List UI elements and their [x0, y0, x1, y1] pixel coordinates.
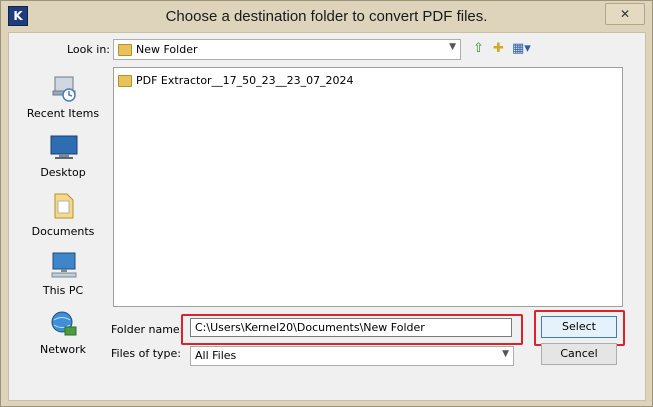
place-label: Desktop — [40, 166, 86, 179]
select-button[interactable]: Select — [541, 316, 617, 338]
file-list[interactable]: PDF Extractor__17_50_23__23_07_2024 — [113, 67, 623, 307]
place-documents[interactable]: Documents — [19, 189, 107, 245]
place-this-pc[interactable]: This PC — [19, 248, 107, 304]
folder-icon — [118, 75, 132, 87]
place-recent-items[interactable]: Recent Items — [19, 71, 107, 127]
files-of-type-label: Files of type: — [111, 347, 182, 360]
place-label: This PC — [42, 284, 84, 297]
look-in-label: Look in: — [67, 43, 110, 56]
cancel-button[interactable]: Cancel — [541, 343, 617, 365]
files-of-type-value: All Files — [195, 349, 237, 362]
chevron-down-icon: ▼ — [502, 349, 509, 359]
recent-items-icon — [52, 76, 76, 102]
place-label: Network — [40, 343, 86, 356]
file-name: PDF Extractor__17_50_23__23_07_2024 — [136, 74, 354, 87]
dialog-body: Look in: New Folder ▼ ⇧ ✚ ▦▾ Recent Item… — [8, 32, 646, 401]
network-icon — [51, 311, 77, 336]
files-of-type-combo[interactable]: All Files ▼ — [190, 346, 514, 366]
chevron-down-icon: ▼ — [449, 42, 456, 52]
documents-icon — [54, 193, 74, 219]
new-folder-icon[interactable]: ✚ — [493, 40, 504, 58]
place-label: Recent Items — [26, 107, 100, 120]
close-button[interactable]: ✕ — [605, 3, 645, 25]
look-in-value: New Folder — [136, 43, 198, 56]
desktop-icon — [50, 135, 78, 159]
places-bar: Recent Items Desktop Documents This PC N… — [19, 71, 107, 361]
folder-icon — [118, 44, 132, 56]
dialog-window: K Choose a destination folder to convert… — [0, 0, 653, 407]
folder-name-input[interactable] — [190, 318, 512, 337]
folder-name-label: Folder name: — [111, 323, 184, 336]
view-menu-icon[interactable]: ▦▾ — [512, 40, 531, 58]
dialog-title: Choose a destination folder to convert P… — [165, 8, 488, 25]
place-desktop[interactable]: Desktop — [19, 130, 107, 186]
title-bar[interactable]: K Choose a destination folder to convert… — [1, 1, 652, 31]
up-folder-icon[interactable]: ⇧ — [473, 40, 484, 58]
this-pc-icon — [51, 252, 77, 278]
place-network[interactable]: Network — [19, 307, 107, 363]
look-in-combo[interactable]: New Folder ▼ — [113, 39, 461, 60]
place-label: Documents — [31, 225, 95, 238]
